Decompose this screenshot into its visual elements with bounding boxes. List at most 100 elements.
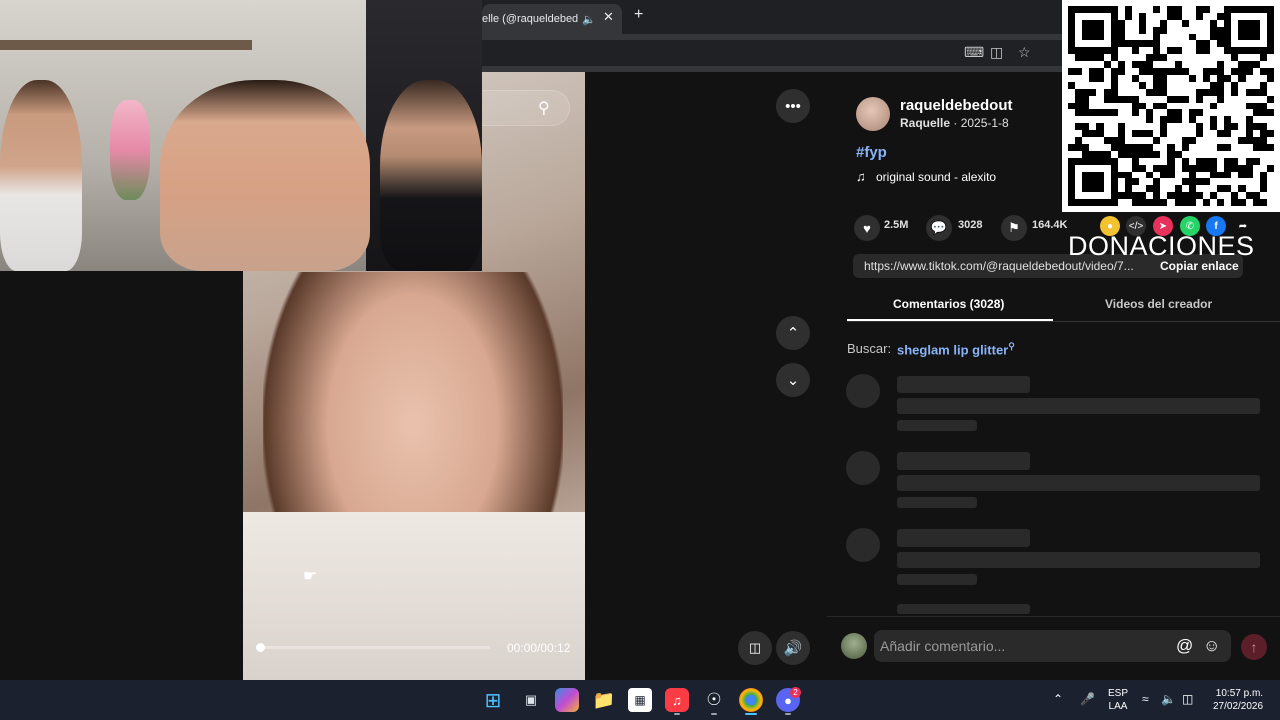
next-video-button[interactable]: ⌄: [776, 363, 810, 397]
qr-module: [1068, 164, 1076, 172]
qr-module: [1139, 185, 1147, 193]
author-avatar[interactable]: [856, 97, 890, 131]
qr-module: [1103, 19, 1111, 27]
qr-module: [1124, 109, 1132, 117]
qr-module: [1124, 143, 1132, 151]
store-icon[interactable]: ▦: [628, 688, 652, 712]
qr-module: [1195, 61, 1203, 69]
hashtag-link[interactable]: #fyp: [856, 144, 887, 161]
speaker-icon[interactable]: 🔈: [582, 13, 596, 26]
qr-module: [1259, 116, 1267, 124]
qr-module: [1139, 130, 1147, 138]
miniplayer-icon[interactable]: ◫: [738, 631, 772, 665]
qr-module: [1131, 61, 1140, 69]
qr-module: [1210, 137, 1218, 144]
qr-module: [1252, 143, 1260, 151]
qr-module: [1153, 137, 1161, 144]
video-progress-bar[interactable]: [256, 646, 490, 649]
qr-module: [1174, 185, 1182, 193]
tab-close-button[interactable]: ✕: [603, 9, 614, 25]
webcam-shelf: [0, 40, 252, 50]
microphone-icon[interactable]: 🎤: [1080, 692, 1095, 706]
obs-icon[interactable]: ☉: [702, 688, 726, 712]
qr-module: [1259, 6, 1267, 13]
search-suggestion-link[interactable]: sheglam lip glitter⚲: [897, 341, 1015, 357]
qr-module: [1238, 68, 1246, 75]
like-button[interactable]: ♥: [854, 215, 880, 241]
sound-link[interactable]: original sound - alexito: [876, 170, 996, 184]
qr-module: [1167, 143, 1175, 151]
new-tab-button[interactable]: +: [634, 6, 643, 24]
bookmark-star-icon[interactable]: ☆: [1018, 44, 1031, 61]
bookmark-button[interactable]: ⚑: [1001, 215, 1027, 241]
qr-module: [1217, 47, 1225, 55]
qr-module: [1124, 33, 1132, 41]
post-comment-button[interactable]: ↑: [1241, 634, 1267, 660]
qr-module: [1245, 19, 1253, 27]
battery-icon[interactable]: ◫: [1182, 692, 1193, 706]
qr-module: [1131, 130, 1140, 138]
qr-module: [1075, 178, 1083, 186]
task-view-icon[interactable]: ▣: [519, 688, 543, 712]
file-explorer-icon[interactable]: 📁: [592, 688, 616, 712]
copilot-icon[interactable]: [555, 688, 579, 712]
qr-module: [1245, 33, 1253, 41]
qr-module: [1139, 178, 1147, 186]
qr-module: [1224, 123, 1232, 131]
webcam-person: [380, 80, 482, 271]
qr-module: [1103, 157, 1111, 165]
qr-module: [1188, 199, 1196, 206]
qr-module: [1068, 171, 1076, 179]
chrome-icon[interactable]: [739, 688, 763, 712]
mention-icon[interactable]: @: [1176, 636, 1193, 656]
copy-link-button[interactable]: Copiar enlace: [1160, 259, 1239, 273]
qr-module: [1245, 54, 1253, 62]
volume-tray-icon[interactable]: 🔈: [1161, 692, 1176, 706]
emoji-icon[interactable]: ☺: [1203, 636, 1220, 656]
translate-icon[interactable]: ⌨: [964, 44, 984, 61]
qr-module: [1131, 88, 1140, 96]
qr-module: [1160, 157, 1168, 165]
qr-module: [1110, 192, 1118, 200]
qr-module: [1188, 185, 1196, 193]
qr-module: [1217, 199, 1225, 206]
qr-module: [1245, 61, 1253, 69]
qr-module: [1089, 54, 1097, 62]
qr-module: [1075, 171, 1083, 179]
wifi-icon[interactable]: ≈: [1142, 692, 1149, 706]
search-suggestion-term[interactable]: sheglam lip glitter: [897, 342, 1008, 357]
qr-module: [1210, 47, 1218, 55]
qr-module: [1131, 26, 1140, 34]
qr-module: [1096, 19, 1104, 27]
clock[interactable]: 10:57 p.m. 27/02/2026: [1213, 687, 1263, 713]
qr-module: [1231, 109, 1239, 117]
windows-start-icon[interactable]: ⊞: [481, 688, 505, 712]
qr-module: [1202, 150, 1211, 158]
qr-module: [1259, 157, 1267, 165]
qr-module: [1082, 178, 1090, 186]
install-app-icon[interactable]: ◫: [990, 44, 1003, 61]
qr-module: [1245, 116, 1253, 124]
qr-module: [1103, 54, 1111, 62]
language-indicator[interactable]: ESP LAA: [1108, 687, 1128, 713]
tab-creator-videos[interactable]: Videos del creador: [1105, 297, 1212, 311]
tab-comments[interactable]: Comentarios (3028): [893, 297, 1004, 311]
browser-tab[interactable]: elle (@raqueldebedout 🔈: [482, 4, 622, 34]
qr-module: [1188, 123, 1196, 131]
more-options-button[interactable]: •••: [776, 89, 810, 123]
qr-module: [1124, 68, 1132, 75]
volume-icon[interactable]: 🔊: [776, 631, 810, 665]
comment-skeleton-line: [897, 574, 977, 585]
author-username[interactable]: raqueldebedout: [900, 97, 1013, 114]
search-icon[interactable]: ⚲: [538, 98, 550, 118]
video-progress-knob[interactable]: [256, 643, 265, 652]
qr-module: [1131, 157, 1140, 165]
qr-module: [1195, 199, 1203, 206]
music-app-icon[interactable]: ♫: [665, 688, 689, 712]
previous-video-button[interactable]: ⌃: [776, 316, 810, 350]
qr-module: [1188, 150, 1196, 158]
qr-module: [1259, 109, 1267, 117]
comment-icon[interactable]: 💬: [926, 215, 952, 241]
tray-overflow-icon[interactable]: ⌃: [1053, 692, 1063, 706]
qr-module: [1202, 109, 1211, 117]
